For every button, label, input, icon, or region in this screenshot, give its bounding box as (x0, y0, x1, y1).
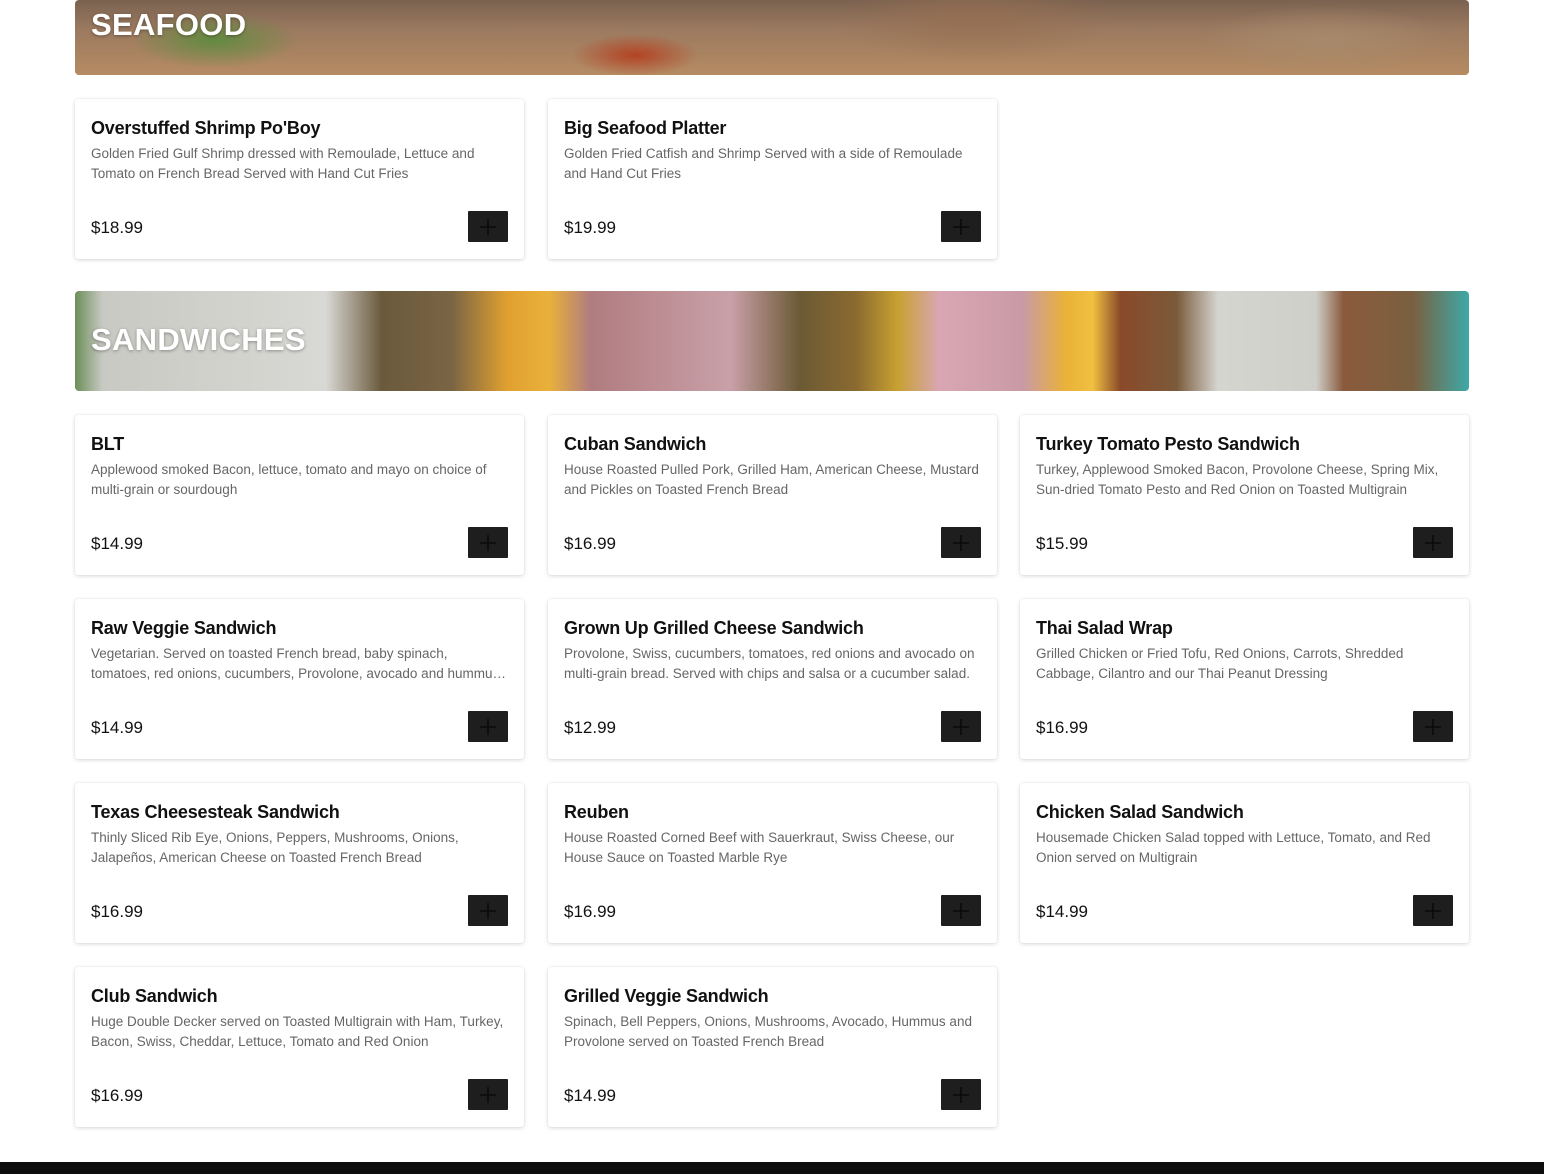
menu-item-description: Applewood smoked Bacon, lettuce, tomato … (91, 462, 487, 497)
menu-item-card[interactable]: Turkey Tomato Pesto Sandwich Turkey, App… (1020, 415, 1469, 575)
add-to-cart-button[interactable] (468, 1079, 508, 1110)
menu-item-description: Thinly Sliced Rib Eye, Onions, Peppers, … (91, 830, 459, 865)
plus-icon (953, 718, 969, 735)
plus-icon (953, 902, 969, 919)
seafood-category-banner: SEAFOOD (75, 0, 1469, 75)
plus-icon (1425, 534, 1441, 551)
add-to-cart-button[interactable] (1413, 711, 1453, 742)
plus-icon (480, 218, 496, 235)
add-to-cart-button[interactable] (941, 1079, 981, 1110)
menu-item-price: $14.99 (564, 1086, 616, 1105)
menu-item-name: Grown Up Grilled Cheese Sandwich (564, 618, 864, 638)
menu-item-price: $16.99 (1036, 718, 1088, 737)
menu-item-name: Grilled Veggie Sandwich (564, 986, 769, 1006)
menu-item-name: Texas Cheesesteak Sandwich (91, 802, 340, 822)
menu-item-card[interactable]: Cuban Sandwich House Roasted Pulled Pork… (548, 415, 997, 575)
sandwiches-category-title: SANDWICHES (91, 322, 306, 357)
menu-item-name: Turkey Tomato Pesto Sandwich (1036, 434, 1300, 454)
menu-item-name: Chicken Salad Sandwich (1036, 802, 1244, 822)
menu-item-price: $19.99 (564, 218, 616, 237)
add-to-cart-button[interactable] (1413, 895, 1453, 926)
menu-item-price: $14.99 (91, 718, 143, 737)
menu-item-name: BLT (91, 434, 125, 454)
menu-item-description: House Roasted Pulled Pork, Grilled Ham, … (564, 462, 979, 497)
menu-item-card[interactable]: Club Sandwich Huge Double Decker served … (75, 967, 524, 1127)
menu-item-card[interactable]: Grilled Veggie Sandwich Spinach, Bell Pe… (548, 967, 997, 1127)
plus-icon (480, 1086, 496, 1103)
sandwiches-category-banner: SANDWICHES (75, 291, 1469, 391)
menu-item-description: House Roasted Corned Beef with Sauerkrau… (564, 830, 955, 865)
menu-item-price: $18.99 (91, 218, 143, 237)
menu-item-price: $14.99 (91, 534, 143, 553)
menu-item-card[interactable]: Big Seafood Platter Golden Fried Catfish… (548, 99, 997, 259)
menu-item-name: Overstuffed Shrimp Po'Boy (91, 118, 321, 138)
add-to-cart-button[interactable] (468, 711, 508, 742)
menu-item-price: $16.99 (564, 534, 616, 553)
menu-item-card[interactable]: Raw Veggie Sandwich Vegetarian. Served o… (75, 599, 524, 759)
menu-item-name: Club Sandwich (91, 986, 218, 1006)
add-to-cart-button[interactable] (941, 711, 981, 742)
plus-icon (480, 902, 496, 919)
menu-item-description: Vegetarian. Served on toasted French bre… (91, 646, 503, 681)
menu-item-name: Reuben (564, 802, 629, 822)
menu-item-name: Raw Veggie Sandwich (91, 618, 277, 638)
menu-item-name: Thai Salad Wrap (1036, 618, 1173, 638)
menu-item-card[interactable]: Chicken Salad Sandwich Housemade Chicken… (1020, 783, 1469, 943)
menu-item-card[interactable]: Overstuffed Shrimp Po'Boy Golden Fried G… (75, 99, 524, 259)
menu-item-description: Provolone, Swiss, cucumbers, tomatoes, r… (564, 646, 975, 681)
menu-item-description: Grilled Chicken or Fried Tofu, Red Onion… (1036, 646, 1404, 681)
menu-item-price: $14.99 (1036, 902, 1088, 921)
menu-item-price: $16.99 (564, 902, 616, 921)
menu-item-price: $12.99 (564, 718, 616, 737)
plus-icon (1425, 902, 1441, 919)
add-to-cart-button[interactable] (1413, 527, 1453, 558)
menu-item-name: Cuban Sandwich (564, 434, 707, 454)
plus-icon (953, 1086, 969, 1103)
menu-item-description: Golden Fried Catfish and Shrimp Served w… (564, 146, 963, 181)
menu-item-card[interactable]: BLT Applewood smoked Bacon, lettuce, tom… (75, 415, 524, 575)
menu-item-card[interactable]: Thai Salad Wrap Grilled Chicken or Fried… (1020, 599, 1469, 759)
plus-icon (480, 718, 496, 735)
add-to-cart-button[interactable] (941, 527, 981, 558)
menu-item-description: Spinach, Bell Peppers, Onions, Mushrooms… (564, 1014, 972, 1049)
menu-item-description: Turkey, Applewood Smoked Bacon, Provolon… (1036, 462, 1439, 497)
add-to-cart-button[interactable] (941, 211, 981, 242)
add-to-cart-button[interactable] (941, 895, 981, 926)
menu-item-price: $15.99 (1036, 534, 1088, 553)
menu-item-name: Big Seafood Platter (564, 118, 727, 138)
menu-item-description: Golden Fried Gulf Shrimp dressed with Re… (91, 146, 475, 181)
seafood-category-title: SEAFOOD (91, 7, 247, 42)
add-to-cart-button[interactable] (468, 895, 508, 926)
menu-item-description: Huge Double Decker served on Toasted Mul… (91, 1014, 504, 1049)
add-to-cart-button[interactable] (468, 211, 508, 242)
footer-bar (0, 1162, 1544, 1174)
menu-item-card[interactable]: Reuben House Roasted Corned Beef with Sa… (548, 783, 997, 943)
plus-icon (953, 218, 969, 235)
plus-icon (953, 534, 969, 551)
menu-item-description: Housemade Chicken Salad topped with Lett… (1036, 830, 1431, 865)
add-to-cart-button[interactable] (468, 527, 508, 558)
plus-icon (480, 534, 496, 551)
menu-item-card[interactable]: Grown Up Grilled Cheese Sandwich Provolo… (548, 599, 997, 759)
menu-item-price: $16.99 (91, 902, 143, 921)
menu-item-price: $16.99 (91, 1086, 143, 1105)
plus-icon (1425, 718, 1441, 735)
menu-item-card[interactable]: Texas Cheesesteak Sandwich Thinly Sliced… (75, 783, 524, 943)
